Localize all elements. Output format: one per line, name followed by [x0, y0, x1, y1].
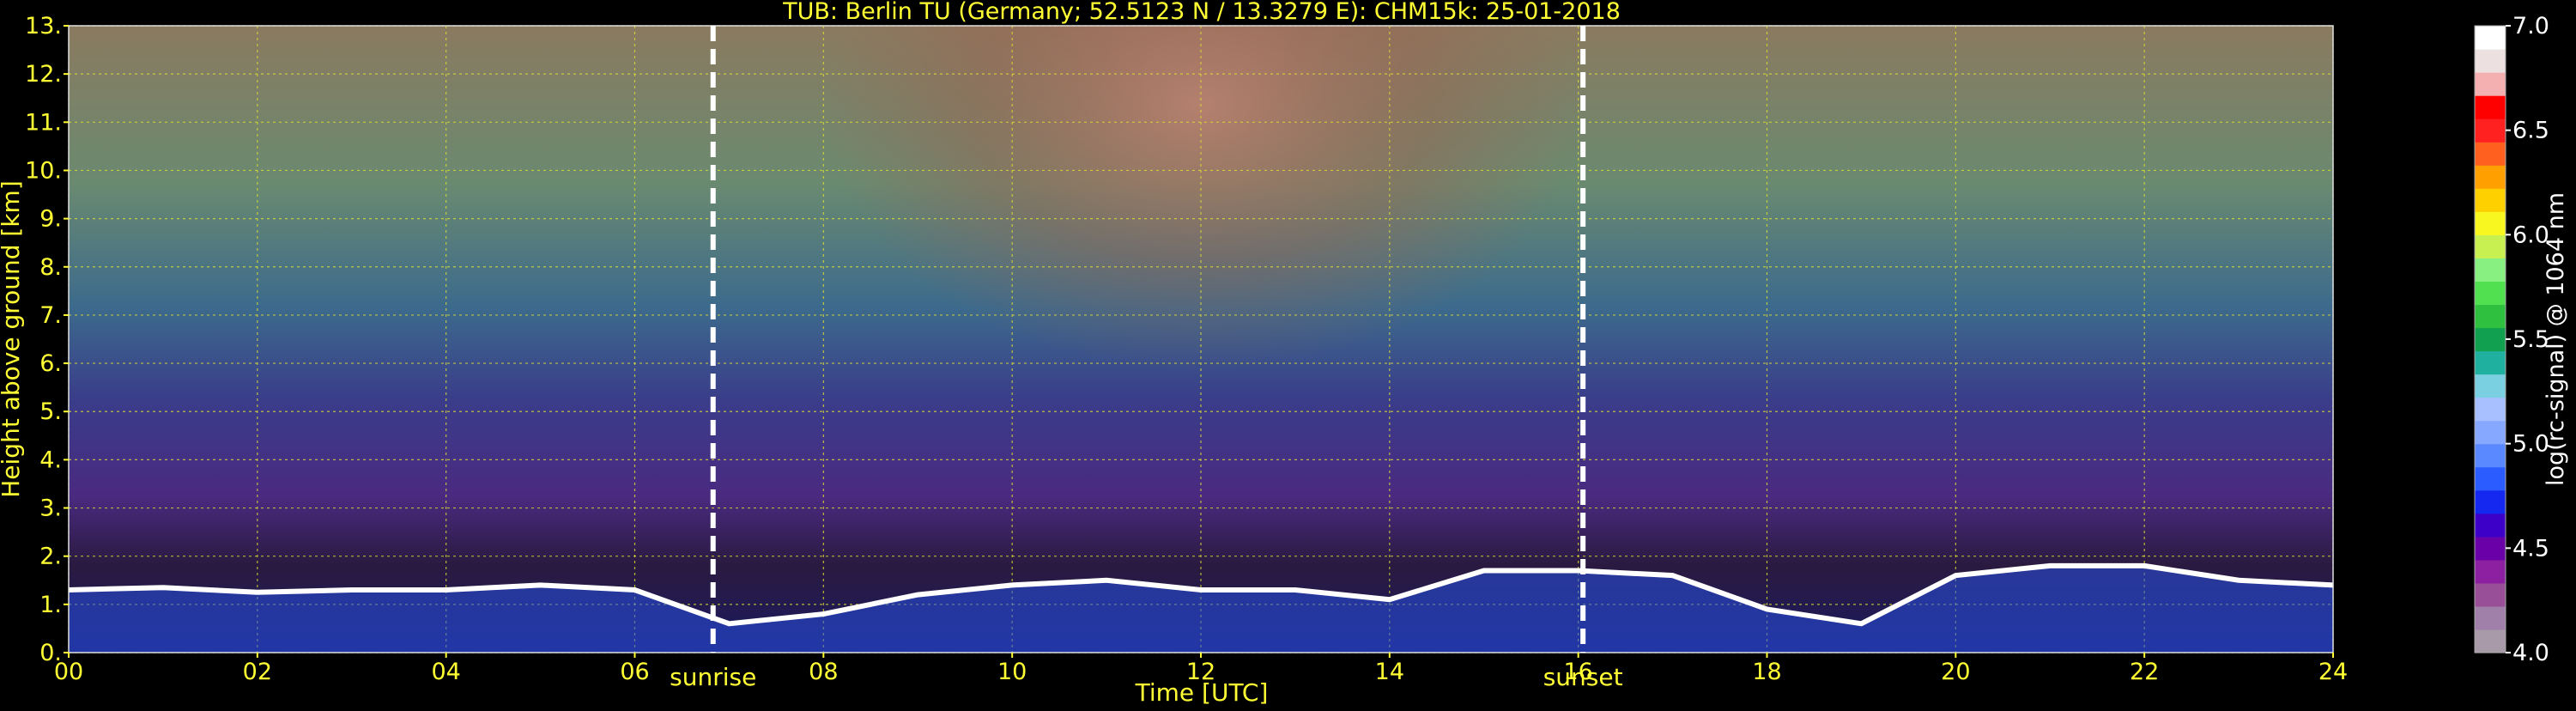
y-tick-label: 6.: [39, 350, 62, 377]
y-tick-label: 12.: [25, 61, 62, 88]
y-tick-label: 8.: [39, 254, 62, 281]
x-axis-label: Time [UTC]: [1135, 678, 1269, 707]
x-tick-label: 02: [243, 659, 272, 685]
x-tick-label: 20: [1941, 659, 1970, 685]
colorbar-segment: [2475, 489, 2506, 514]
colorbar-segment: [2475, 258, 2506, 283]
colorbar-segment: [2475, 466, 2506, 491]
colorbar-segment: [2475, 559, 2506, 584]
y-tick-label: 10.: [25, 157, 62, 184]
y-tick-label: 4.: [39, 447, 62, 473]
y-tick-label: 7.: [39, 302, 62, 329]
colorbar-segment: [2475, 420, 2506, 445]
colorbar-segment: [2475, 281, 2506, 306]
x-tick-label: 04: [431, 659, 460, 685]
y-tick-label: 1.: [39, 592, 62, 618]
colorbar-segment: [2475, 95, 2506, 119]
chart-title: TUB: Berlin TU (Germany; 52.5123 N / 13.…: [782, 0, 1621, 25]
y-tick-label: 3.: [39, 495, 62, 522]
colorbar-segment: [2475, 234, 2506, 258]
colorbar-segment: [2475, 165, 2506, 189]
colorbar-segment: [2475, 513, 2506, 538]
y-tick-label: 13.: [25, 13, 62, 40]
colorbar-segment: [2475, 188, 2506, 212]
sunset-label: sunset: [1543, 663, 1623, 691]
colorbar-segment: [2475, 304, 2506, 329]
x-tick-label: 06: [620, 659, 649, 685]
y-axis-label: Height above ground [km]: [0, 180, 25, 498]
x-tick-label: 22: [2130, 659, 2159, 685]
colorbar-segment: [2475, 72, 2506, 96]
x-tick-label: 08: [809, 659, 838, 685]
y-tick-label: 9.: [39, 206, 62, 233]
ceilometer-plot: 00 02 04 06 08 10 12 14 16 18 20 22 24 0. 1. 2. 3. 4. 5. 6.…: [0, 0, 2576, 708]
colorbar-label: log(rc-signal) @ 1064 nm: [2543, 192, 2569, 486]
x-tick-label: 10: [997, 659, 1027, 685]
colorbar-tick-label: 4.0: [2512, 640, 2549, 666]
x-tick-label: 14: [1375, 659, 1404, 685]
colorbar-segment: [2475, 397, 2506, 422]
colorbar-tick-label: 4.5: [2512, 535, 2549, 562]
x-tick-label: 18: [1752, 659, 1781, 685]
colorbar-segment: [2475, 350, 2506, 375]
colorbar-segment: [2475, 443, 2506, 468]
colorbar-segment: [2475, 582, 2506, 607]
colorbar-segment: [2475, 605, 2506, 630]
colorbar-tick-label: 6.5: [2512, 118, 2549, 144]
y-tick-label: 5.: [39, 398, 62, 425]
colorbar-segment: [2475, 536, 2506, 561]
colorbar-segment: [2475, 327, 2506, 352]
y-tick-label: 0.: [39, 640, 62, 666]
colorbar-segment: [2475, 26, 2506, 50]
colorbar-segment: [2475, 118, 2506, 143]
x-tick-label: 24: [2318, 659, 2348, 685]
colorbar-tick-label: 7.0: [2512, 13, 2549, 40]
colorbar-segment: [2475, 211, 2506, 235]
y-tick-label: 2.: [39, 544, 62, 570]
colorbar-segment: [2475, 142, 2506, 166]
colorbar-segment: [2475, 49, 2506, 73]
colorbar-segment: [2475, 629, 2506, 653]
colorbar-segment: [2475, 374, 2506, 398]
sunrise-label: sunrise: [670, 663, 756, 691]
y-tick-label: 11.: [25, 109, 62, 136]
